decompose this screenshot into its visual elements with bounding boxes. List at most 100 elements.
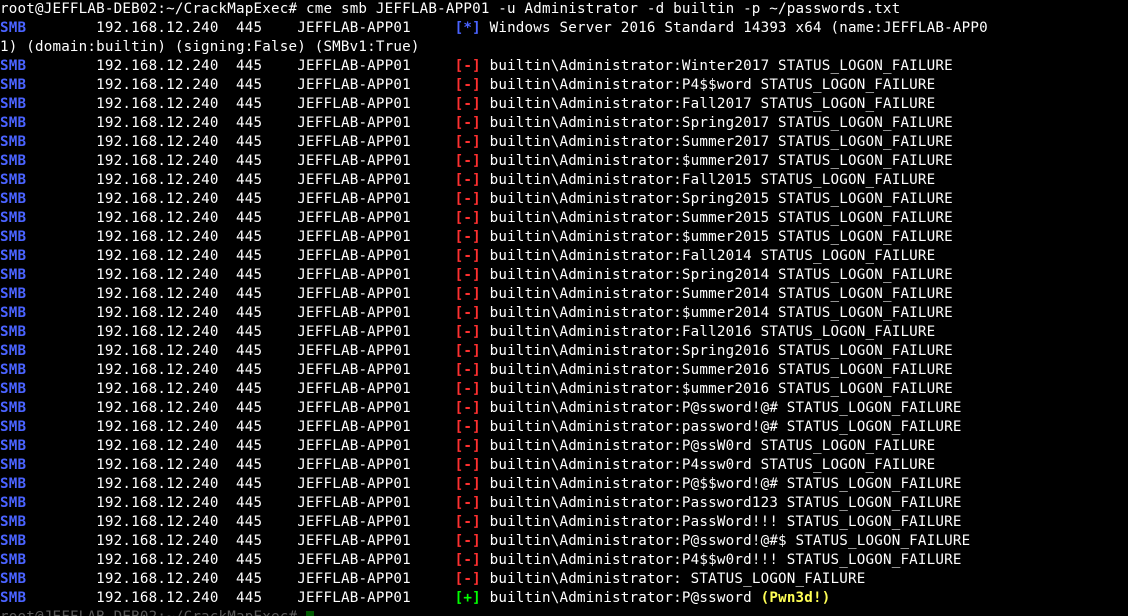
terminal-output[interactable]: root@JEFFLAB-DEB02:~/CrackMapExec# cme s…: [0, 0, 1128, 616]
port: 445: [236, 172, 297, 188]
host: JEFFLAB-APP01: [297, 571, 454, 587]
attempt-text: builtin\Administrator:P4$$w0rd!!! STATUS…: [481, 552, 962, 568]
port: 445: [236, 115, 297, 131]
fail-marker: [-]: [455, 514, 481, 530]
host: JEFFLAB-APP01: [297, 229, 454, 245]
attempt-row: SMB 192.168.12.240 445 JEFFLAB-APP01 [-]…: [0, 475, 1128, 494]
fail-marker: [-]: [455, 571, 481, 587]
host: JEFFLAB-APP01: [297, 476, 454, 492]
prompt-line-2[interactable]: root@JEFFLAB-DEB02:~/CrackMapExec#: [0, 608, 1128, 616]
attempt-row: SMB 192.168.12.240 445 JEFFLAB-APP01 [-]…: [0, 114, 1128, 133]
host: JEFFLAB-APP01: [297, 343, 454, 359]
attempt-text: builtin\Administrator:Summer2017 STATUS_…: [481, 134, 953, 150]
port: 445: [236, 381, 297, 397]
host: JEFFLAB-APP01: [297, 381, 454, 397]
attempt-row: SMB 192.168.12.240 445 JEFFLAB-APP01 [-]…: [0, 266, 1128, 285]
port: 445: [236, 457, 297, 473]
attempt-row: SMB 192.168.12.240 445 JEFFLAB-APP01 [-]…: [0, 437, 1128, 456]
port: 445: [236, 267, 297, 283]
fail-marker: [-]: [455, 267, 481, 283]
attempt-row: SMB 192.168.12.240 445 JEFFLAB-APP01 [-]…: [0, 247, 1128, 266]
attempt-row: SMB 192.168.12.240 445 JEFFLAB-APP01 [-]…: [0, 513, 1128, 532]
host: JEFFLAB-APP01: [297, 324, 454, 340]
port: 445: [236, 419, 297, 435]
ip: 192.168.12.240: [96, 20, 236, 36]
ok-marker: [+]: [455, 590, 481, 606]
attempt-text: builtin\Administrator:Spring2017 STATUS_…: [481, 115, 953, 131]
attempt-row: SMB 192.168.12.240 445 JEFFLAB-APP01 [-]…: [0, 285, 1128, 304]
prompt-line: root@JEFFLAB-DEB02:~/CrackMapExec# cme s…: [0, 0, 1128, 19]
command-text[interactable]: cme smb JEFFLAB-APP01 -u Administrator -…: [306, 1, 900, 17]
attempt-text: builtin\Administrator:$ummer2016 STATUS_…: [481, 381, 953, 397]
proto: SMB: [0, 476, 96, 492]
attempt-row: SMB 192.168.12.240 445 JEFFLAB-APP01 [-]…: [0, 399, 1128, 418]
attempt-row: SMB 192.168.12.240 445 JEFFLAB-APP01 [-]…: [0, 190, 1128, 209]
ip: 192.168.12.240: [96, 248, 236, 264]
fail-marker: [-]: [455, 153, 481, 169]
port: 445: [236, 362, 297, 378]
proto: SMB: [0, 191, 96, 207]
fail-marker: [-]: [455, 362, 481, 378]
success-pw: P@ssword: [682, 590, 761, 606]
attempt-text: builtin\Administrator:Fall2017 STATUS_LO…: [481, 96, 936, 112]
attempt-text: builtin\Administrator:P@$$word!@# STATUS…: [481, 476, 962, 492]
host: JEFFLAB-APP01: [297, 438, 454, 454]
sep: :: [157, 1, 166, 17]
port: 445: [236, 438, 297, 454]
ip: 192.168.12.240: [96, 419, 236, 435]
proto: SMB: [0, 58, 96, 74]
info-marker: [*]: [455, 20, 481, 36]
attempt-row: SMB 192.168.12.240 445 JEFFLAB-APP01 [-]…: [0, 304, 1128, 323]
port: 445: [236, 20, 297, 36]
success-prefix: builtin\Administrator:: [481, 590, 682, 606]
host: JEFFLAB-APP01: [297, 514, 454, 530]
pwned-label: (Pwn3d!): [761, 590, 831, 606]
cursor: [306, 611, 314, 616]
attempt-text: builtin\Administrator:Summer2016 STATUS_…: [481, 362, 953, 378]
proto: SMB: [0, 552, 96, 568]
attempt-text: builtin\Administrator:PassWord!!! STATUS…: [481, 514, 962, 530]
attempt-row: SMB 192.168.12.240 445 JEFFLAB-APP01 [-]…: [0, 57, 1128, 76]
attempt-row: SMB 192.168.12.240 445 JEFFLAB-APP01 [-]…: [0, 133, 1128, 152]
ip: 192.168.12.240: [96, 267, 236, 283]
attempt-text: builtin\Administrator:Password123 STATUS…: [481, 495, 962, 511]
host: JEFFLAB-APP01: [297, 419, 454, 435]
port: 445: [236, 400, 297, 416]
attempt-text: builtin\Administrator:Fall2014 STATUS_LO…: [481, 248, 936, 264]
ip: 192.168.12.240: [96, 286, 236, 302]
fail-marker: [-]: [455, 324, 481, 340]
attempt-row: SMB 192.168.12.240 445 JEFFLAB-APP01 [-]…: [0, 456, 1128, 475]
attempt-row: SMB 192.168.12.240 445 JEFFLAB-APP01 [-]…: [0, 171, 1128, 190]
host: JEFFLAB-APP01: [297, 286, 454, 302]
proto: SMB: [0, 267, 96, 283]
attempt-text: builtin\Administrator:Spring2014 STATUS_…: [481, 267, 953, 283]
fail-marker: [-]: [455, 305, 481, 321]
attempt-row: SMB 192.168.12.240 445 JEFFLAB-APP01 [-]…: [0, 361, 1128, 380]
fail-marker: [-]: [455, 96, 481, 112]
port: 445: [236, 286, 297, 302]
proto: SMB: [0, 248, 96, 264]
proto: SMB: [0, 115, 96, 131]
fail-marker: [-]: [455, 457, 481, 473]
prompt-userhost: root@JEFFLAB-DEB02: [0, 1, 157, 17]
ip: 192.168.12.240: [96, 77, 236, 93]
host: JEFFLAB-APP01: [297, 58, 454, 74]
port: 445: [236, 552, 297, 568]
proto: SMB: [0, 153, 96, 169]
ip: 192.168.12.240: [96, 400, 236, 416]
attempt-text: builtin\Administrator:Spring2015 STATUS_…: [481, 191, 953, 207]
proto: SMB: [0, 20, 96, 36]
attempt-text: builtin\Administrator:$ummer2015 STATUS_…: [481, 229, 953, 245]
fail-marker: [-]: [455, 476, 481, 492]
attempt-text: builtin\Administrator:$ummer2014 STATUS_…: [481, 305, 953, 321]
attempt-row: SMB 192.168.12.240 445 JEFFLAB-APP01 [-]…: [0, 570, 1128, 589]
port: 445: [236, 324, 297, 340]
port: 445: [236, 533, 297, 549]
fail-marker: [-]: [455, 210, 481, 226]
host: JEFFLAB-APP01: [297, 248, 454, 264]
attempt-row: SMB 192.168.12.240 445 JEFFLAB-APP01 [-]…: [0, 228, 1128, 247]
port: 445: [236, 495, 297, 511]
port: 445: [236, 476, 297, 492]
attempt-row: SMB 192.168.12.240 445 JEFFLAB-APP01 [-]…: [0, 76, 1128, 95]
ip: 192.168.12.240: [96, 324, 236, 340]
